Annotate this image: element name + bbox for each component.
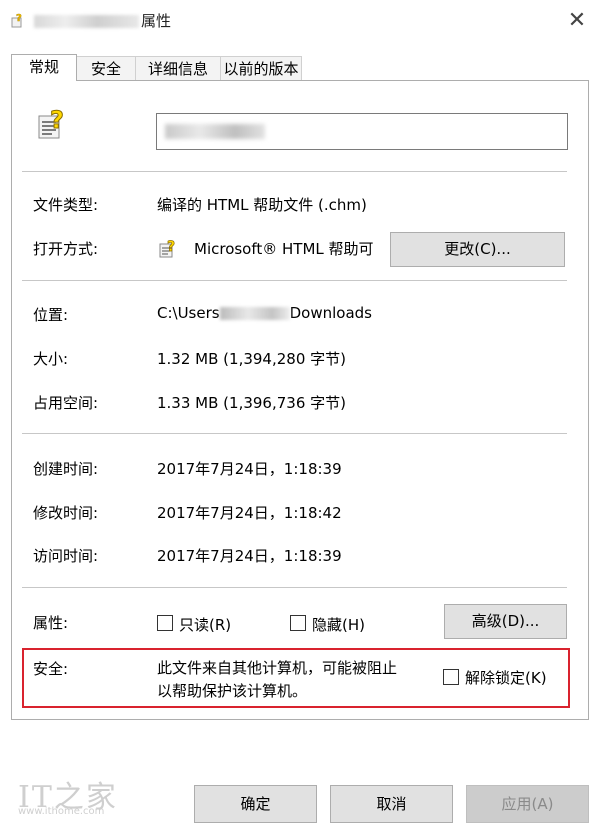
tab-general[interactable]: 常规 xyxy=(11,54,77,81)
location-prefix: C:\Users xyxy=(157,304,220,322)
divider xyxy=(22,171,567,172)
filename-input[interactable] xyxy=(156,113,568,150)
window-title: 属性 xyxy=(34,10,171,31)
chm-file-icon: ? xyxy=(38,106,64,139)
security-message-line1: 此文件来自其他计算机，可能被阻止 xyxy=(157,659,398,677)
ithome-watermark-url: www.ithome.com xyxy=(18,806,105,817)
accessed-label: 访问时间: xyxy=(33,547,99,565)
location-label: 位置: xyxy=(33,306,69,324)
apply-button[interactable]: 应用(A) xyxy=(466,785,589,823)
tab-security[interactable]: 安全 xyxy=(76,56,136,80)
close-icon: ✕ xyxy=(567,7,587,33)
divider xyxy=(22,433,567,434)
divider xyxy=(22,280,567,281)
size-label: 大小: xyxy=(33,350,69,368)
created-label: 创建时间: xyxy=(33,460,99,478)
html-help-app-icon: ? xyxy=(159,239,175,258)
ok-button[interactable]: 确定 xyxy=(194,785,317,823)
help-file-icon: ? xyxy=(11,13,22,28)
blurred-username xyxy=(219,307,290,320)
hidden-checkbox[interactable] xyxy=(290,615,306,631)
size-value: 1.32 MB (1,394,280 字节) xyxy=(157,350,346,368)
open-with-value: Microsoft® HTML 帮助可 xyxy=(194,240,374,258)
attributes-label: 属性: xyxy=(33,614,69,632)
accessed-value: 2017年7月24日，1:18:39 xyxy=(157,547,342,565)
file-type-value: 编译的 HTML 帮助文件 (.chm) xyxy=(157,196,367,214)
file-type-label: 文件类型: xyxy=(33,196,99,214)
close-button[interactable]: ✕ xyxy=(560,4,594,36)
open-with-label: 打开方式: xyxy=(33,240,99,258)
disk-size-label: 占用空间: xyxy=(33,394,99,412)
readonly-checkbox[interactable] xyxy=(157,615,173,631)
tab-details[interactable]: 详细信息 xyxy=(135,56,221,80)
title-suffix: 属性 xyxy=(141,12,172,30)
readonly-label: 只读(R) xyxy=(179,616,232,634)
security-message-line2: 以帮助保护该计算机。 xyxy=(157,682,308,700)
hidden-label: 隐藏(H) xyxy=(312,616,365,634)
change-button[interactable]: 更改(C)... xyxy=(390,232,565,267)
modified-label: 修改时间: xyxy=(33,504,99,522)
svg-text:?: ? xyxy=(167,239,175,255)
blurred-filename xyxy=(34,15,139,28)
title-bar: ? 属性 ✕ xyxy=(0,0,600,40)
svg-text:?: ? xyxy=(16,13,22,24)
svg-text:?: ? xyxy=(50,106,64,134)
disk-size-value: 1.33 MB (1,396,736 字节) xyxy=(157,394,346,412)
created-value: 2017年7月24日，1:18:39 xyxy=(157,460,342,478)
location-suffix: Downloads xyxy=(289,304,372,322)
advanced-button[interactable]: 高级(D)... xyxy=(444,604,567,639)
blurred-filename-value xyxy=(165,124,265,139)
tab-previous-versions[interactable]: 以前的版本 xyxy=(220,56,302,80)
location-value: C:\Users Downloads xyxy=(157,304,372,322)
cancel-button[interactable]: 取消 xyxy=(330,785,453,823)
divider xyxy=(22,587,567,588)
security-label: 安全: xyxy=(33,660,69,678)
unblock-checkbox[interactable] xyxy=(443,669,459,685)
unblock-label: 解除锁定(K) xyxy=(465,669,547,687)
modified-value: 2017年7月24日，1:18:42 xyxy=(157,504,342,522)
